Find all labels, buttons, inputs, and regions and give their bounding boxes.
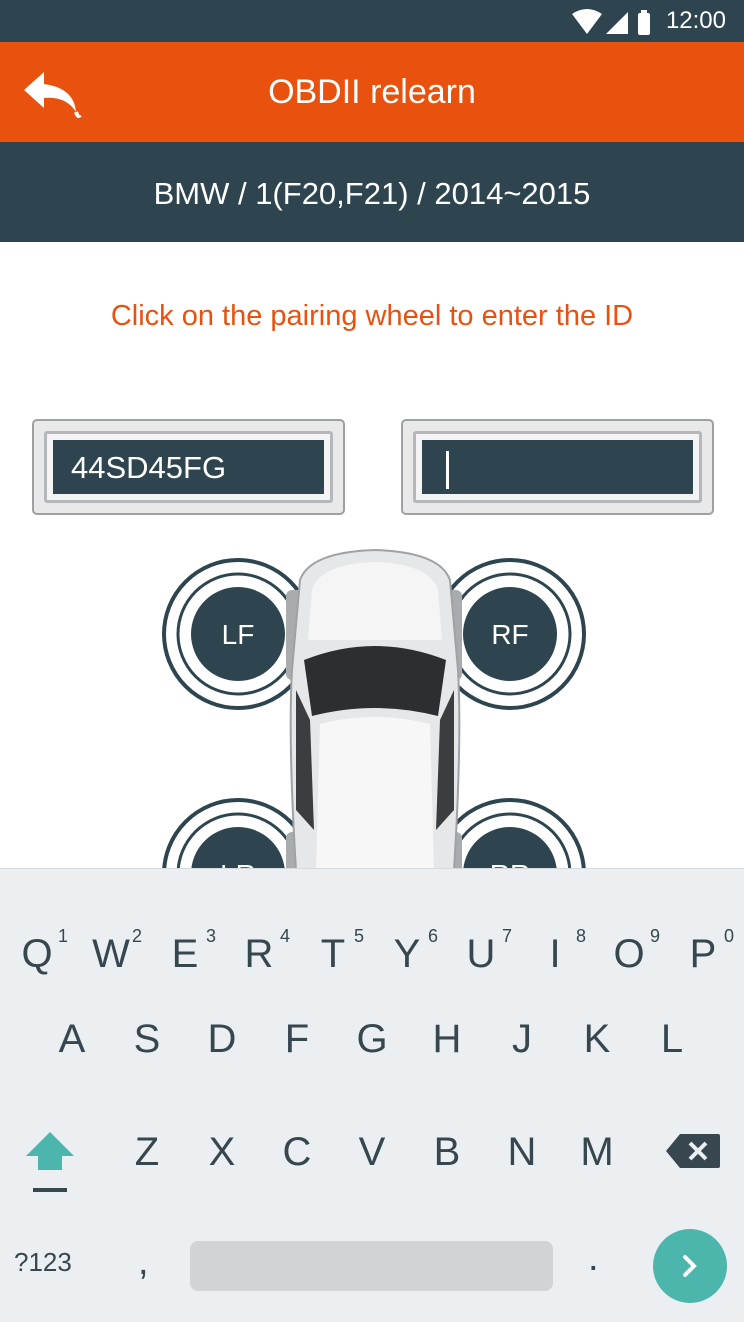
key-e[interactable]: 3E — [148, 899, 222, 979]
key-f[interactable]: F — [260, 999, 334, 1079]
key-d[interactable]: D — [185, 999, 259, 1079]
status-icons — [572, 9, 650, 35]
enter-button[interactable] — [653, 1229, 727, 1303]
key-c[interactable]: C — [260, 1112, 334, 1192]
key-o[interactable]: 9O — [592, 899, 666, 979]
key-r[interactable]: 4R — [222, 899, 296, 979]
status-time: 12:00 — [665, 7, 726, 34]
back-arrow-icon[interactable] — [22, 68, 84, 118]
key-p[interactable]: 0P — [666, 899, 740, 979]
battery-icon — [638, 10, 650, 35]
key-k[interactable]: K — [560, 999, 634, 1079]
key-i[interactable]: 8I — [518, 899, 592, 979]
id-field-left[interactable]: 44SD45FG — [53, 440, 324, 494]
key-y-hint: 6 — [427, 926, 438, 946]
app-bar: OBDII relearn — [0, 42, 744, 142]
id-box-left[interactable]: 44SD45FG — [32, 419, 345, 515]
key-w[interactable]: 2W — [74, 899, 148, 979]
key-o-hint: 9 — [649, 926, 660, 946]
key-i-hint: 8 — [575, 926, 586, 946]
key-r-hint: 4 — [279, 926, 290, 946]
key-z[interactable]: Z — [110, 1112, 184, 1192]
car-diagram: LF RF LR RR — [150, 540, 600, 870]
page-title: OBDII relearn — [268, 73, 476, 111]
comma-key[interactable]: , — [138, 1241, 149, 1284]
signal-icon — [606, 12, 628, 34]
key-l[interactable]: L — [635, 999, 709, 1079]
key-h[interactable]: H — [410, 999, 484, 1079]
status-bar: 12:00 — [0, 0, 744, 42]
soft-keyboard: 1Q 2W 3E 4R 5T 6Y 7U 8I 9O 0P A S D F G … — [0, 868, 744, 1322]
shift-icon[interactable] — [20, 1124, 80, 1196]
space-bar[interactable] — [190, 1241, 553, 1291]
key-a[interactable]: A — [35, 999, 109, 1079]
id-box-right[interactable] — [401, 419, 714, 515]
wheel-lf-label: LF — [222, 619, 255, 650]
backspace-icon[interactable] — [664, 1132, 722, 1170]
key-v[interactable]: V — [335, 1112, 409, 1192]
id-box-frame — [413, 431, 702, 503]
wifi-icon — [572, 9, 602, 34]
key-p-hint: 0 — [723, 926, 734, 946]
key-t[interactable]: 5T — [296, 899, 370, 979]
key-q-hint: 1 — [57, 926, 68, 946]
key-u[interactable]: 7U — [444, 899, 518, 979]
key-j[interactable]: J — [485, 999, 559, 1079]
key-m[interactable]: M — [560, 1112, 634, 1192]
key-q[interactable]: 1Q — [0, 899, 74, 979]
key-u-hint: 7 — [501, 926, 512, 946]
car-body — [289, 548, 461, 870]
key-g[interactable]: G — [335, 999, 409, 1079]
period-key[interactable]: . — [588, 1237, 599, 1280]
instruction-text: Click on the pairing wheel to enter the … — [110, 300, 634, 332]
vehicle-breadcrumb: BMW / 1(F20,F21) / 2014~2015 — [0, 142, 744, 242]
key-n[interactable]: N — [485, 1112, 559, 1192]
chevron-right-icon — [683, 1255, 697, 1277]
wheel-rf-label: RF — [491, 619, 528, 650]
id-field-right[interactable] — [422, 440, 693, 494]
key-x[interactable]: X — [185, 1112, 259, 1192]
symbols-key[interactable]: ?123 — [14, 1247, 72, 1278]
id-box-frame: 44SD45FG — [44, 431, 333, 503]
key-s[interactable]: S — [110, 999, 184, 1079]
key-w-hint: 2 — [131, 926, 142, 946]
key-e-hint: 3 — [205, 926, 216, 946]
key-t-hint: 5 — [353, 926, 364, 946]
key-y[interactable]: 6Y — [370, 899, 444, 979]
key-b[interactable]: B — [410, 1112, 484, 1192]
text-caret — [446, 450, 449, 489]
